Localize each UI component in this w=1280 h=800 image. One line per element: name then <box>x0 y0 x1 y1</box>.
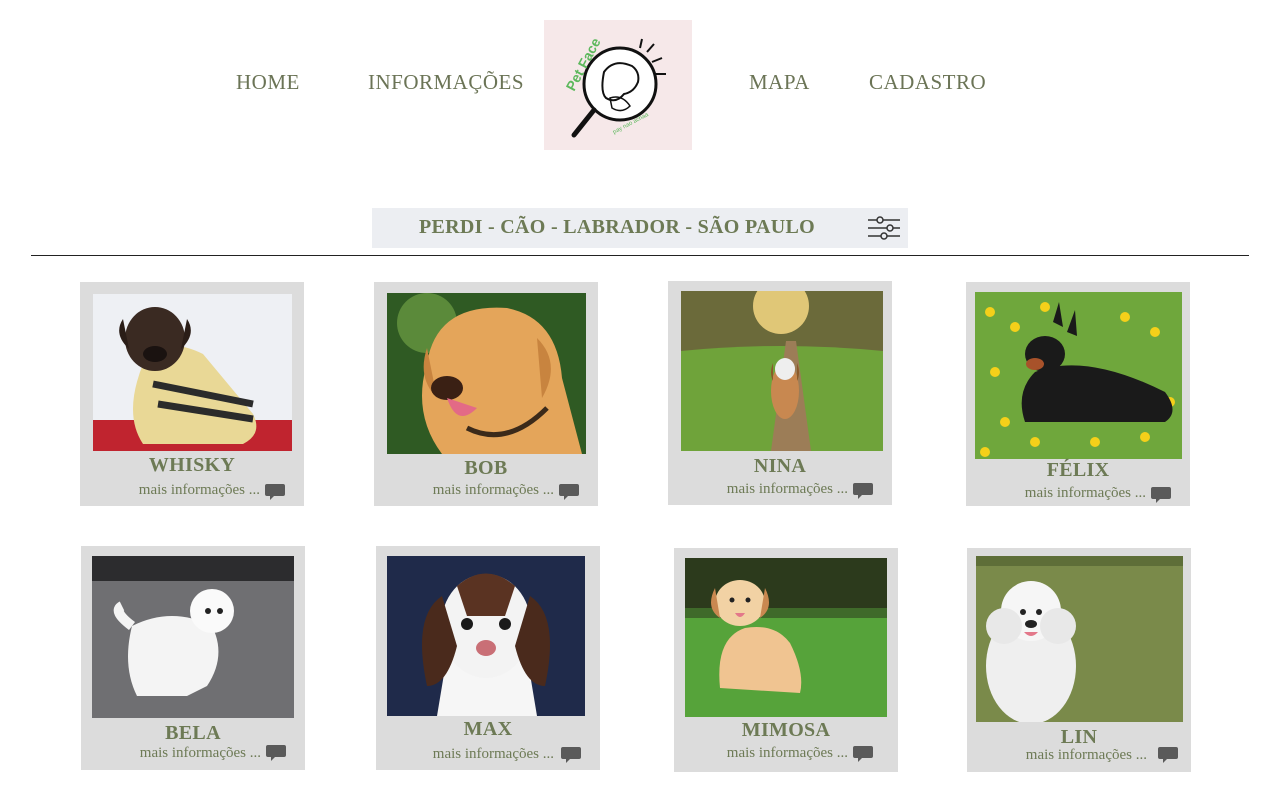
pet-photo <box>387 293 586 454</box>
pet-name: MIMOSA <box>741 719 831 741</box>
more-info-link[interactable]: mais informações ... <box>967 747 1147 764</box>
comment-icon[interactable] <box>852 744 874 769</box>
nav-home-link[interactable]: HOME <box>236 70 300 95</box>
pet-name: NINA <box>753 455 807 477</box>
pet-card[interactable]: MIMOSA mais informações ... <box>674 548 898 772</box>
pet-photo <box>92 556 294 718</box>
divider <box>31 255 1249 256</box>
comment-icon[interactable] <box>264 482 286 507</box>
pet-card[interactable]: WHISKY mais informações ... <box>80 282 304 506</box>
comment-icon[interactable] <box>1150 485 1172 510</box>
more-info-link[interactable]: mais informações ... <box>668 481 848 498</box>
pet-photo <box>681 291 883 451</box>
pet-card[interactable]: BOB mais informações ... <box>374 282 598 506</box>
more-info-link[interactable]: mais informações ... <box>668 745 848 762</box>
nav-info-link[interactable]: INFORMAÇÕES <box>368 70 524 95</box>
logo-text-graphic: Pet Face pay nao achaa <box>563 35 651 136</box>
filter-bar: PERDI - CÃO - LABRADOR - SÃO PAULO <box>372 208 908 248</box>
pet-photo <box>93 294 292 451</box>
more-info-link[interactable]: mais informações ... <box>374 482 554 499</box>
comment-icon[interactable] <box>560 745 582 770</box>
nav-map-link[interactable]: MAPA <box>749 70 810 95</box>
comment-icon[interactable] <box>852 481 874 506</box>
pet-card[interactable]: NINA mais informações ... <box>668 281 892 505</box>
pet-card[interactable]: BELA mais informações ... <box>81 546 305 770</box>
comment-icon[interactable] <box>558 482 580 507</box>
logo[interactable]: Pet Face pay nao achaa <box>544 20 692 150</box>
pet-name: FÉLIX <box>1046 459 1110 481</box>
more-info-link[interactable]: mais informações ... <box>81 745 261 762</box>
more-info-link[interactable]: mais informações ... <box>374 746 554 763</box>
pet-photo <box>685 558 887 717</box>
comment-icon[interactable] <box>265 743 287 768</box>
pet-name: MAX <box>463 718 513 740</box>
more-info-link[interactable]: mais informações ... <box>80 482 260 499</box>
nav-signup-link[interactable]: CADASTRO <box>869 70 986 95</box>
svg-text:Pet Face: Pet Face <box>563 35 604 94</box>
pet-photo <box>975 292 1182 459</box>
filter-text: PERDI - CÃO - LABRADOR - SÃO PAULO <box>419 216 815 238</box>
pet-name: BOB <box>464 457 508 479</box>
sliders-icon[interactable] <box>866 212 902 249</box>
svg-text:pay nao achaa: pay nao achaa <box>612 112 650 136</box>
pet-name: BELA <box>165 722 221 744</box>
more-info-link[interactable]: mais informações ... <box>966 485 1146 502</box>
pet-name: WHISKY <box>148 454 236 476</box>
comment-icon[interactable] <box>1157 745 1179 770</box>
pet-photo <box>976 556 1183 722</box>
pet-card[interactable]: MAX mais informações ... <box>376 546 600 770</box>
pet-card[interactable]: FÉLIX mais informações ... <box>966 282 1190 506</box>
pet-photo <box>387 556 585 716</box>
pet-card[interactable]: LIN mais informações ... <box>967 548 1191 772</box>
